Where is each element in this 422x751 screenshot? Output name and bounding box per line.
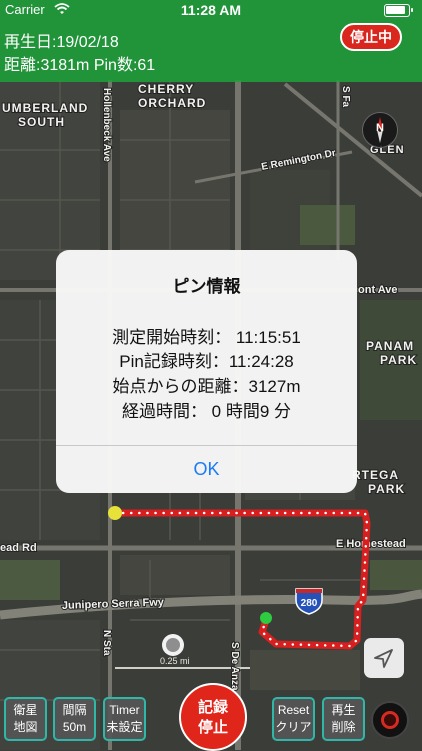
highway-shield-number: 280 xyxy=(301,598,318,609)
compass-icon[interactable]: N xyxy=(362,112,398,148)
map-label-orchard: ORCHARD xyxy=(138,96,206,110)
playback-delete-button[interactable]: 再生 削除 xyxy=(322,697,365,741)
button-label-line2: 削除 xyxy=(331,720,356,734)
map-scale: 0.25 mi xyxy=(160,656,190,666)
status-bar: Carrier 11:28 AM xyxy=(0,0,422,20)
button-label-line2: 地図 xyxy=(13,720,38,734)
map-label-ortega-park: PARK xyxy=(368,482,405,496)
interval-button[interactable]: 間隔 50m xyxy=(53,697,96,741)
distance-pin-count: 距離:3181m Pin数:61 xyxy=(4,57,156,74)
timer-button[interactable]: Timer 未設定 xyxy=(103,697,146,741)
start-marker[interactable] xyxy=(108,506,122,520)
compass-letter: N xyxy=(376,122,384,134)
map-label-panam: PANAM xyxy=(366,339,414,353)
pin-info-dialog: ピン情報 測定開始時刻： 11:15:51 Pin記録時刻：11:24:28 始… xyxy=(56,250,357,493)
dialog-elapsed: 経過時間： 0 時間9 分 xyxy=(121,402,292,421)
button-label-line1: 記録 xyxy=(197,699,228,716)
map-label-ortega: RTEGA xyxy=(352,468,399,482)
user-location-icon xyxy=(162,634,184,656)
reset-clear-button[interactable]: Reset クリア xyxy=(272,697,315,741)
dialog-title: ピン情報 xyxy=(172,277,241,296)
map-label-panam-park: PARK xyxy=(380,353,417,367)
button-label-line2: クリア xyxy=(275,720,312,734)
map-label-fair: S Fa xyxy=(340,86,351,108)
map-label-homestead-left: ead Rd xyxy=(0,542,37,554)
record-stop-button[interactable]: 記録 停止 xyxy=(179,683,247,751)
location-arrow-icon xyxy=(374,649,393,668)
map-label-deanza: S De Anza xyxy=(229,642,240,691)
map-label-nsta: N Sta xyxy=(101,630,112,656)
map-label-fremont: ont Ave xyxy=(358,284,398,296)
map-label-cherry: CHERRY xyxy=(138,82,194,96)
dialog-start-time: 測定開始時刻： 11:15:51 xyxy=(112,328,301,347)
button-label-line1: Timer xyxy=(109,703,140,717)
status-time: 11:28 AM xyxy=(180,2,242,18)
dialog-ok-button[interactable]: OK xyxy=(56,446,357,493)
button-label-line1: Reset xyxy=(277,703,310,717)
button-label-line2: 停止 xyxy=(197,719,228,736)
button-label-line2: 未設定 xyxy=(106,720,143,734)
status-stop-button[interactable]: 停止中 xyxy=(340,23,402,51)
current-marker[interactable] xyxy=(260,612,272,624)
location-arrow-button[interactable] xyxy=(364,638,404,678)
button-label-line2: 50m xyxy=(62,720,87,734)
dialog-pin-time: Pin記録時刻：11:24:28 xyxy=(119,352,294,371)
header-bar: Carrier 11:28 AM 再生日:19/02/18 距離:3181m P… xyxy=(0,0,422,82)
map-label-homestead-right: E Homestead xyxy=(336,538,406,550)
button-label-line1: 衛星 xyxy=(13,703,38,717)
button-label-line1: 再生 xyxy=(331,703,356,717)
button-label-line1: 間隔 xyxy=(62,703,87,717)
dialog-distance: 始点からの距離：3127m xyxy=(112,377,301,396)
battery-icon xyxy=(384,4,413,17)
map-label-hollenbeck: Hollenbeck Ave xyxy=(101,88,112,162)
map-label-south: SOUTH xyxy=(18,115,65,129)
playback-date: 再生日:19/02/18 xyxy=(4,34,119,51)
satellite-map-button[interactable]: 衛星 地図 xyxy=(4,697,47,741)
map-label-umberland: UMBERLAND xyxy=(2,101,88,115)
record-icon[interactable] xyxy=(371,701,409,739)
